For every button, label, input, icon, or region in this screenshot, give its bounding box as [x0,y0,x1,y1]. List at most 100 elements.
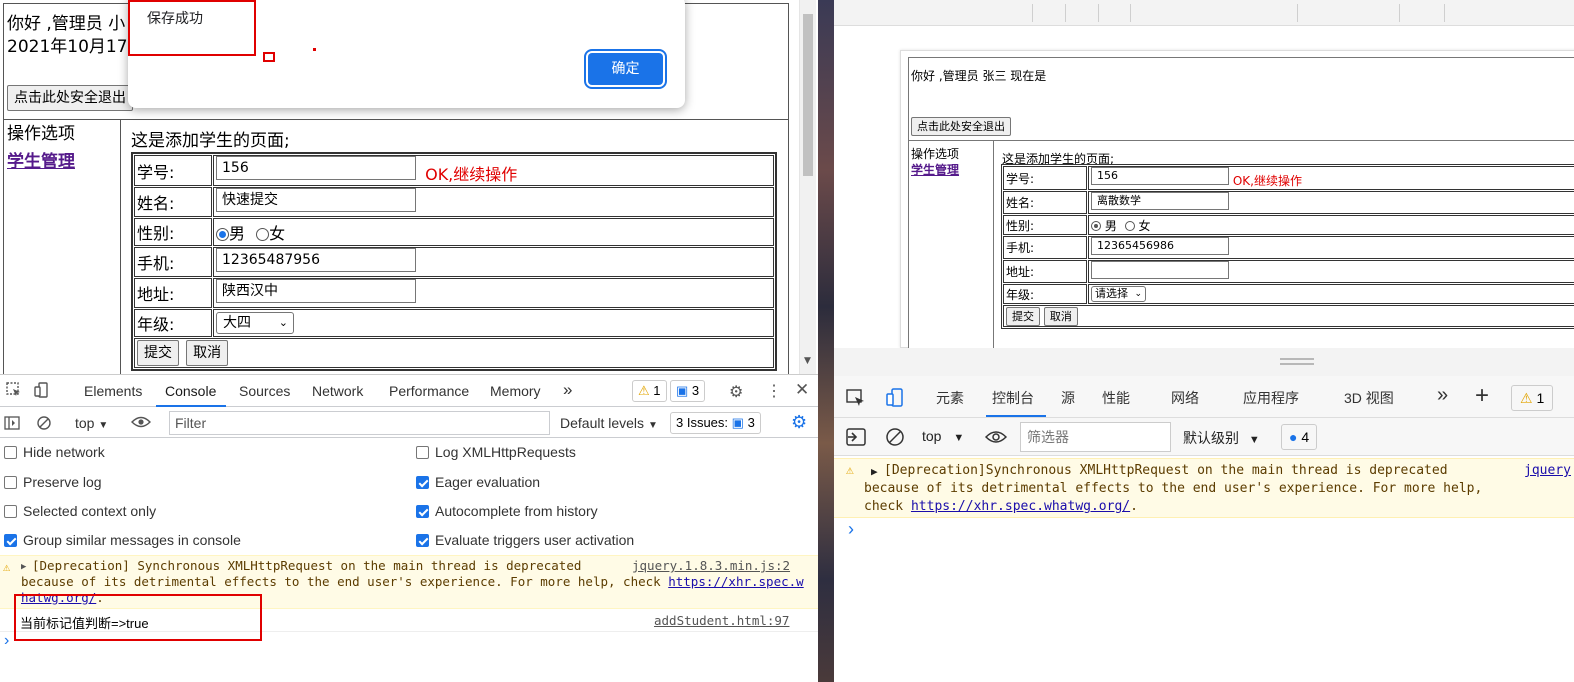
setting-group-similar[interactable]: Group similar messages in console [4,532,241,548]
student-management-link[interactable]: 学生管理 [911,161,959,178]
log-levels-dropdown[interactable]: Default levels ▼ [560,415,658,431]
submit-button[interactable]: 提交 [1006,306,1040,326]
add-student-form: 学号: 156 OK,继续操作 姓名: 离散数学 性别: 男 女 手机: 123… [1001,164,1574,329]
phone-label: 手机: [1003,236,1087,259]
tab-performance[interactable]: 性能 [1102,388,1130,408]
checkbox[interactable] [4,476,17,489]
address-input[interactable]: 陕西汉中 [216,279,416,303]
message-count: 4 [1301,429,1310,445]
issues-badge[interactable]: 3 Issues: ▣ 3 [670,412,761,434]
checkbox[interactable] [416,446,429,459]
live-expression-eye-icon[interactable] [985,429,1007,445]
gender-female-radio[interactable] [256,228,270,241]
warning-count-badge[interactable]: ⚠ 1 [1511,385,1554,411]
tab-elements[interactable]: 元素 [936,388,964,408]
tab-application[interactable]: 应用程序 [1243,388,1299,408]
name-input[interactable]: 快速提交 [216,188,416,212]
grade-select[interactable]: 请选择 ⌄ [1091,286,1146,302]
setting-hide-network[interactable]: Hide network [4,444,105,460]
logout-button[interactable]: 点击此处安全退出 [7,85,133,111]
sidebar-toggle-icon[interactable] [846,428,866,446]
console-filter-input[interactable]: Filter [169,411,550,435]
student-management-link[interactable]: 学生管理 [7,147,75,172]
live-expression-eye-icon[interactable] [131,414,151,430]
id-input[interactable]: 156 [1091,167,1229,185]
cancel-button[interactable]: 取消 [186,340,229,366]
page-scrollbar[interactable]: ▼ [799,0,816,374]
device-toolbar-icon[interactable] [34,382,50,398]
devtools-panel-right: 元素 控制台 源 性能 网络 应用程序 3D 视图 » + ⚠ 1 top ▼ … [834,376,1574,682]
scrollbar-thumb[interactable] [803,14,813,176]
message-count-badge[interactable]: ● 4 [1281,424,1318,450]
more-tabs-icon[interactable]: » [1437,384,1448,407]
setting-log-xhr[interactable]: Log XMLHttpRequests [416,444,576,460]
grade-select[interactable]: 大四 ⌄ [216,312,294,334]
console-prompt-icon[interactable]: › [848,519,854,540]
xhr-spec-link[interactable]: https://xhr.spec.w [668,574,803,589]
tab-memory[interactable]: Memory [490,383,541,399]
tab-sources[interactable]: Sources [239,383,290,399]
checkbox-checked[interactable] [416,476,429,489]
context-selector[interactable]: top ▼ [75,415,108,431]
close-icon[interactable]: ✕ [795,380,809,400]
more-tabs-icon[interactable]: » [563,380,572,400]
clear-console-icon[interactable] [36,415,52,431]
phone-input[interactable]: 12365487956 [216,248,416,272]
console-settings-gear-icon[interactable]: ⚙ [791,412,807,433]
tab-console[interactable]: 控制台 [992,388,1034,408]
add-tab-icon[interactable]: + [1475,382,1489,410]
form-row-name: 姓名: 快速提交 [134,187,774,217]
inspect-element-icon[interactable] [6,382,22,398]
logout-button[interactable]: 点击此处安全退出 [911,117,1011,136]
tab-network[interactable]: Network [312,383,363,399]
sidebar-toggle-icon[interactable] [4,416,20,430]
warning-source-link[interactable]: jquery [1524,462,1571,480]
tab-network[interactable]: 网络 [1171,388,1199,408]
address-label: 地址: [134,278,212,308]
submit-button[interactable]: 提交 [137,340,179,366]
warning-source-link[interactable]: jquery.1.8.3.min.js:2 [632,558,790,574]
gender-female-radio[interactable] [1124,221,1135,231]
expand-triangle-icon[interactable]: ▶ [21,559,26,575]
tab-console[interactable]: Console [165,383,216,399]
gender-male-radio[interactable] [216,228,229,241]
cancel-button[interactable]: 取消 [1043,306,1078,326]
id-input[interactable]: 156 [216,156,416,180]
checkbox-checked[interactable] [416,505,429,518]
setting-selected-context[interactable]: Selected context only [4,503,156,519]
tab-performance[interactable]: Performance [389,383,469,399]
tab-elements[interactable]: Elements [84,383,142,399]
inspect-element-icon[interactable] [846,389,866,407]
setting-autocomplete[interactable]: Autocomplete from history [416,503,598,519]
phone-input[interactable]: 12365456986 [1091,237,1229,255]
kebab-menu-icon[interactable]: ⋮ [766,381,782,401]
dialog-ok-button[interactable]: 确定 [584,49,667,89]
clear-console-icon[interactable] [885,427,905,447]
checkbox-checked[interactable] [4,534,17,547]
setting-eager-eval[interactable]: Eager evaluation [416,474,540,490]
address-input[interactable] [1091,261,1229,279]
checkbox[interactable] [4,505,17,518]
name-input[interactable]: 离散数学 [1091,192,1229,210]
log-source-link[interactable]: addStudent.html:97 [654,613,789,628]
log-levels-dropdown[interactable]: 默认级别 ▼ [1183,428,1260,448]
tab-sources[interactable]: 源 [1061,388,1075,408]
gear-icon[interactable]: ⚙ [729,382,743,402]
checkbox[interactable] [4,446,17,459]
warning-count-badge[interactable]: ⚠ 1 [632,380,667,402]
scroll-down-icon[interactable]: ▼ [804,356,811,366]
expand-triangle-icon[interactable]: ▶ [871,463,878,481]
console-prompt-icon[interactable]: › [4,632,9,650]
checkbox-checked[interactable] [416,534,429,547]
gender-male-radio[interactable] [1091,221,1101,231]
setting-eval-triggers[interactable]: Evaluate triggers user activation [416,532,634,548]
console-filter-input[interactable]: 筛选器 [1020,422,1171,452]
tab-3d-view[interactable]: 3D 视图 [1344,388,1394,408]
context-selector[interactable]: top ▼ [922,428,964,444]
greeting-text: 你好 ,管理员 小 [7,14,126,34]
device-toolbar-icon[interactable] [886,388,906,408]
devtools-resize-handle[interactable] [834,348,1574,376]
xhr-spec-link[interactable]: https://xhr.spec.whatwg.org/ [911,499,1130,514]
setting-preserve-log[interactable]: Preserve log [4,474,102,490]
message-count-badge[interactable]: ▣ 3 [670,380,706,402]
